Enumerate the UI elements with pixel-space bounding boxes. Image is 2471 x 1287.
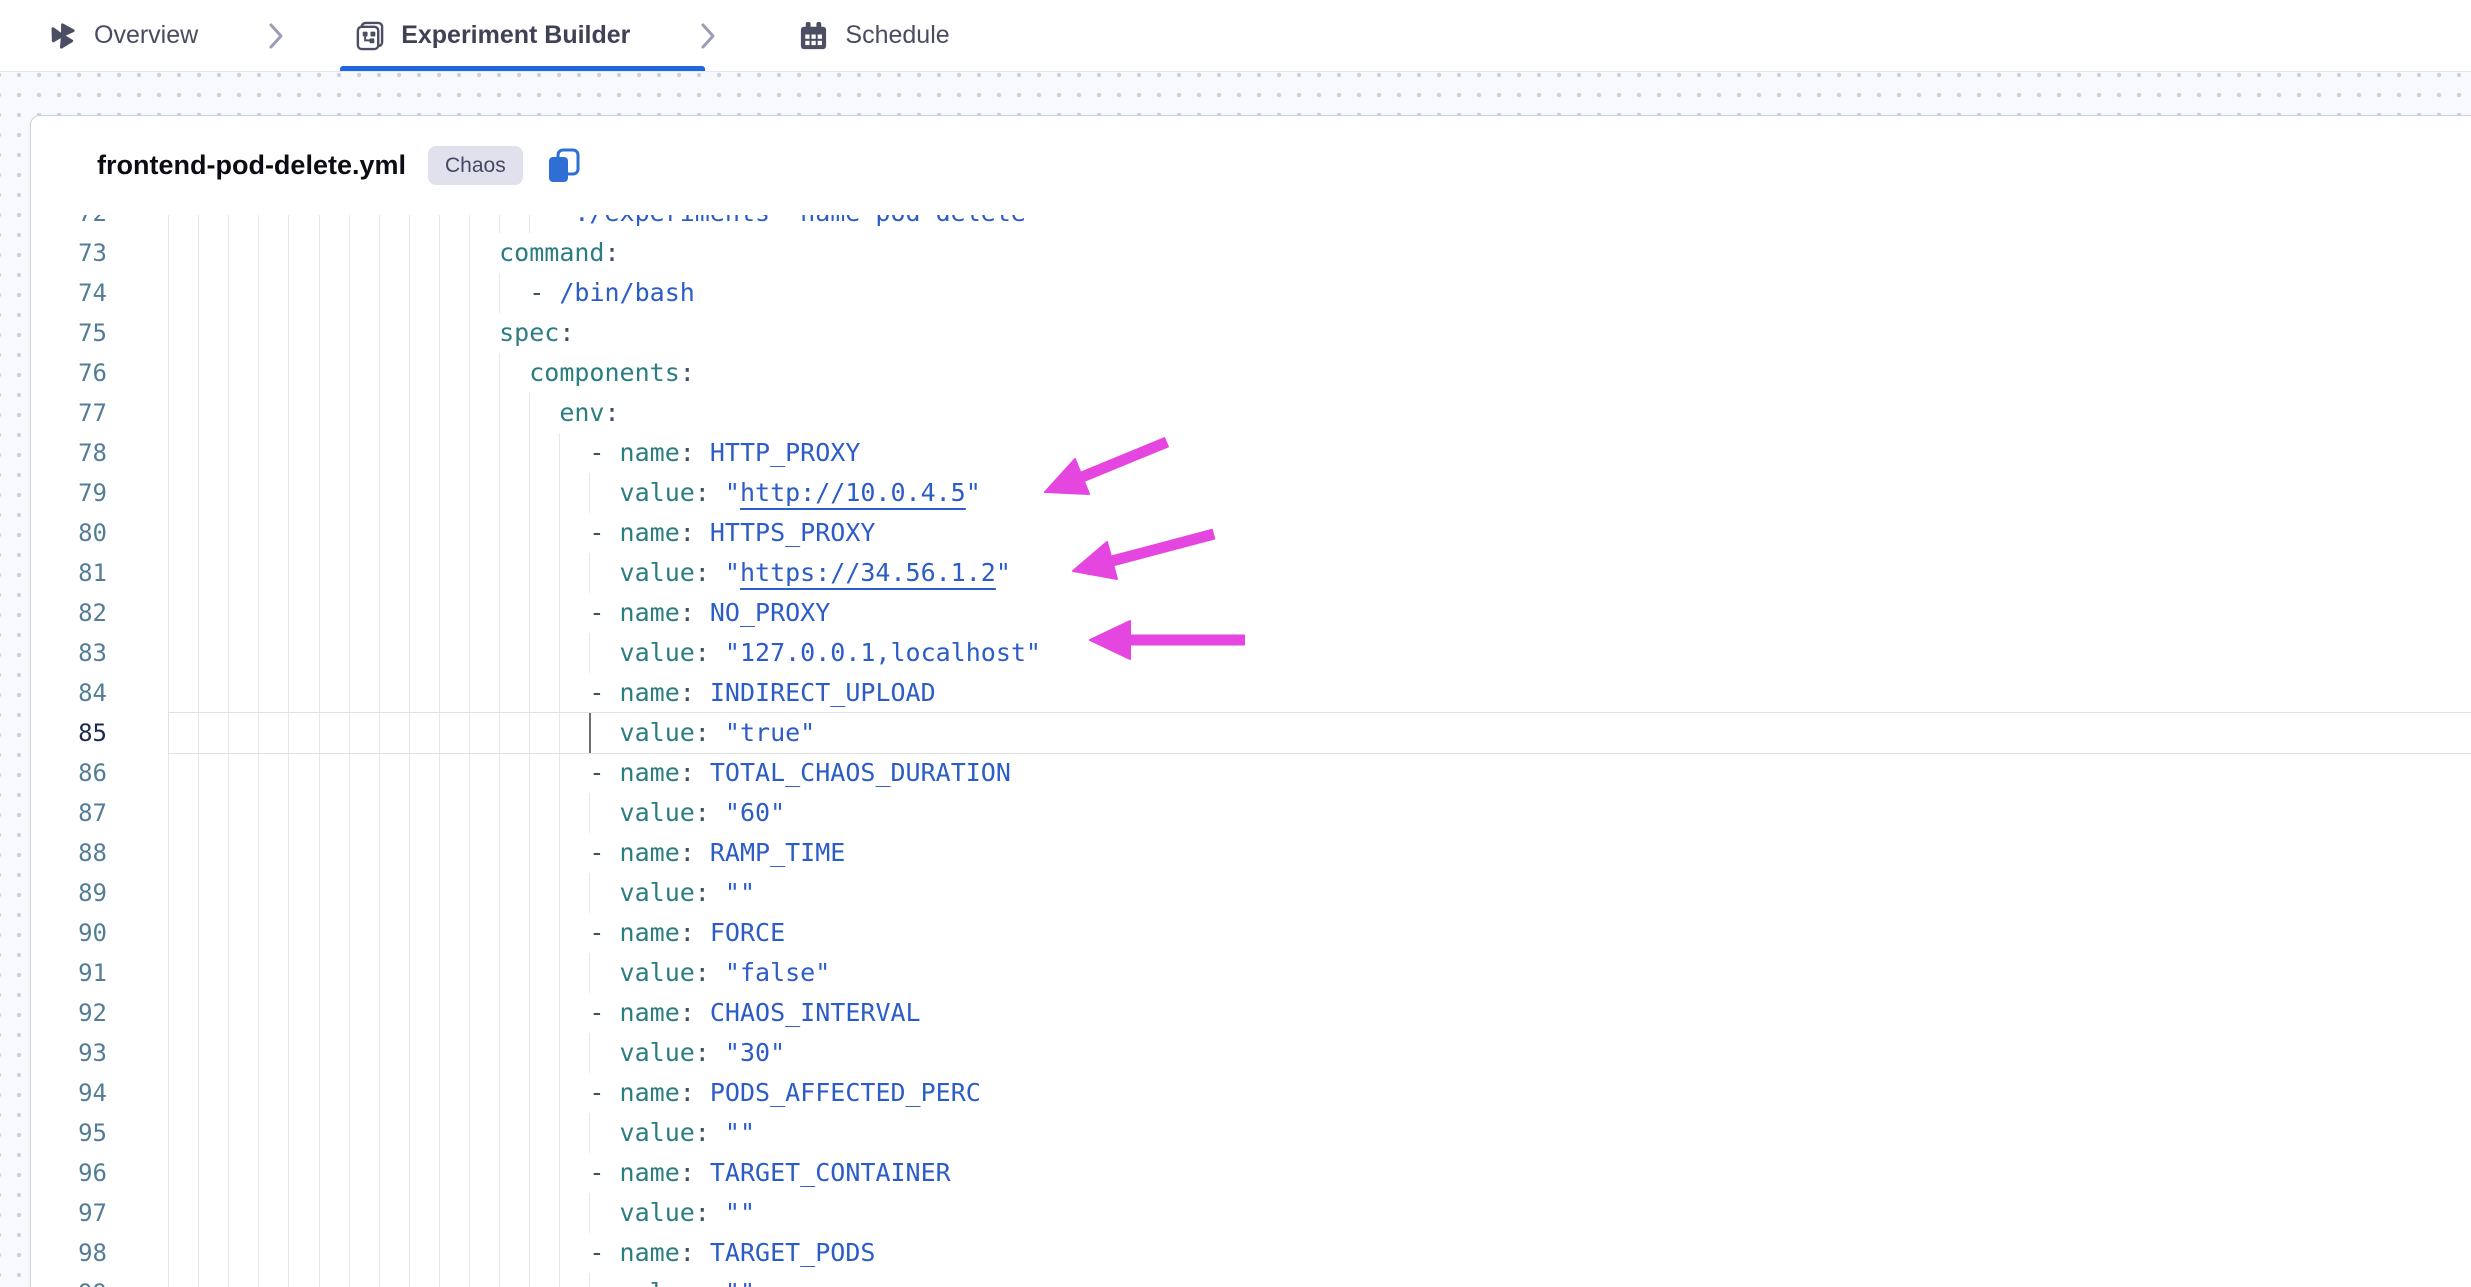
line-number: 91 bbox=[31, 953, 107, 993]
line-number: 74 bbox=[31, 273, 107, 313]
code-line[interactable]: 92 - name: CHAOS_INTERVAL bbox=[31, 993, 2471, 1033]
chaos-badge: Chaos bbox=[428, 146, 523, 185]
code-line[interactable]: 85 value: "true" bbox=[31, 713, 2471, 753]
code-line[interactable]: 82 - name: NO_PROXY bbox=[31, 593, 2471, 633]
code-line[interactable]: 73 command: bbox=[31, 233, 2471, 273]
line-number: 89 bbox=[31, 873, 107, 913]
line-number: 76 bbox=[31, 353, 107, 393]
line-number: 73 bbox=[31, 233, 107, 273]
copy-icon bbox=[546, 148, 582, 184]
breadcrumb: Overview Experiment Builder bbox=[0, 0, 2471, 72]
nav-item-schedule[interactable]: Schedule bbox=[798, 20, 949, 51]
line-number: 90 bbox=[31, 913, 107, 953]
code-line[interactable]: 90 - name: FORCE bbox=[31, 913, 2471, 953]
code-line[interactable]: 84 - name: INDIRECT_UPLOAD bbox=[31, 673, 2471, 713]
line-number: 84 bbox=[31, 673, 107, 713]
calendar-icon bbox=[798, 20, 829, 51]
nav-item-overview[interactable]: Overview bbox=[47, 20, 198, 51]
nav-item-experiment-builder[interactable]: Experiment Builder bbox=[354, 20, 630, 51]
line-number: 81 bbox=[31, 553, 107, 593]
code-line[interactable]: 72 ./experiments -name pod-delete bbox=[31, 215, 2471, 233]
code-line[interactable]: 96 - name: TARGET_CONTAINER bbox=[31, 1153, 2471, 1193]
code-line[interactable]: 97 value: "" bbox=[31, 1193, 2471, 1233]
code-line[interactable]: 99 value: "" bbox=[31, 1273, 2471, 1287]
line-number: 96 bbox=[31, 1153, 107, 1193]
line-number: 85 bbox=[31, 713, 107, 753]
line-number: 88 bbox=[31, 833, 107, 873]
code-line[interactable]: 88 - name: RAMP_TIME bbox=[31, 833, 2471, 873]
code-line[interactable]: 75 spec: bbox=[31, 313, 2471, 353]
line-number: 75 bbox=[31, 313, 107, 353]
code-line[interactable]: 95 value: "" bbox=[31, 1113, 2471, 1153]
dotted-canvas: frontend-pod-delete.yml Chaos 72 ./exper… bbox=[0, 72, 2471, 1287]
code-line[interactable]: 80 - name: HTTPS_PROXY bbox=[31, 513, 2471, 553]
chevron-right-icon bbox=[268, 22, 284, 50]
copy-button[interactable] bbox=[545, 147, 583, 185]
chaos-scenario-icon bbox=[47, 20, 78, 51]
code-line[interactable]: 77 env: bbox=[31, 393, 2471, 433]
line-number: 72 bbox=[31, 215, 107, 233]
code-line[interactable]: 94 - name: PODS_AFFECTED_PERC bbox=[31, 1073, 2471, 1113]
experiment-builder-icon bbox=[354, 20, 385, 51]
code-line[interactable]: 93 value: "30" bbox=[31, 1033, 2471, 1073]
code-line[interactable]: 91 value: "false" bbox=[31, 953, 2471, 993]
line-number: 98 bbox=[31, 1233, 107, 1273]
line-number: 80 bbox=[31, 513, 107, 553]
code-line[interactable]: 76 components: bbox=[31, 353, 2471, 393]
line-number: 92 bbox=[31, 993, 107, 1033]
file-title: frontend-pod-delete.yml bbox=[97, 150, 406, 181]
code-line[interactable]: 79 value: "http://10.0.4.5" bbox=[31, 473, 2471, 513]
nav-item-label: Overview bbox=[94, 21, 198, 50]
code-line[interactable]: 74 - /bin/bash bbox=[31, 273, 2471, 313]
yaml-card: frontend-pod-delete.yml Chaos 72 ./exper… bbox=[30, 115, 2471, 1287]
code-line[interactable]: 89 value: "" bbox=[31, 873, 2471, 913]
line-number: 93 bbox=[31, 1033, 107, 1073]
line-number: 94 bbox=[31, 1073, 107, 1113]
line-number: 95 bbox=[31, 1113, 107, 1153]
code-line[interactable]: 81 value: "https://34.56.1.2" bbox=[31, 553, 2471, 593]
line-number: 82 bbox=[31, 593, 107, 633]
line-number: 78 bbox=[31, 433, 107, 473]
code-line[interactable]: 98 - name: TARGET_PODS bbox=[31, 1233, 2471, 1273]
line-number: 77 bbox=[31, 393, 107, 433]
nav-item-label: Schedule bbox=[845, 21, 949, 50]
active-indent-guide bbox=[589, 713, 591, 753]
yaml-editor[interactable]: 72 ./experiments -name pod-delete73 comm… bbox=[31, 215, 2471, 1287]
code-lines: 72 ./experiments -name pod-delete73 comm… bbox=[31, 215, 2471, 1287]
chevron-right-icon bbox=[700, 22, 716, 50]
line-number: 83 bbox=[31, 633, 107, 673]
line-number: 99 bbox=[31, 1273, 107, 1287]
code-line[interactable]: 86 - name: TOTAL_CHAOS_DURATION bbox=[31, 753, 2471, 793]
line-number: 79 bbox=[31, 473, 107, 513]
code-line[interactable]: 78 - name: HTTP_PROXY bbox=[31, 433, 2471, 473]
line-number: 97 bbox=[31, 1193, 107, 1233]
nav-item-label: Experiment Builder bbox=[401, 21, 630, 50]
code-line[interactable]: 87 value: "60" bbox=[31, 793, 2471, 833]
card-header: frontend-pod-delete.yml Chaos bbox=[31, 116, 2471, 215]
line-number: 87 bbox=[31, 793, 107, 833]
code-line[interactable]: 83 value: "127.0.0.1,localhost" bbox=[31, 633, 2471, 673]
active-tab-underline bbox=[340, 66, 705, 71]
app-viewport: Overview Experiment Builder bbox=[0, 0, 2471, 1287]
line-number: 86 bbox=[31, 753, 107, 793]
